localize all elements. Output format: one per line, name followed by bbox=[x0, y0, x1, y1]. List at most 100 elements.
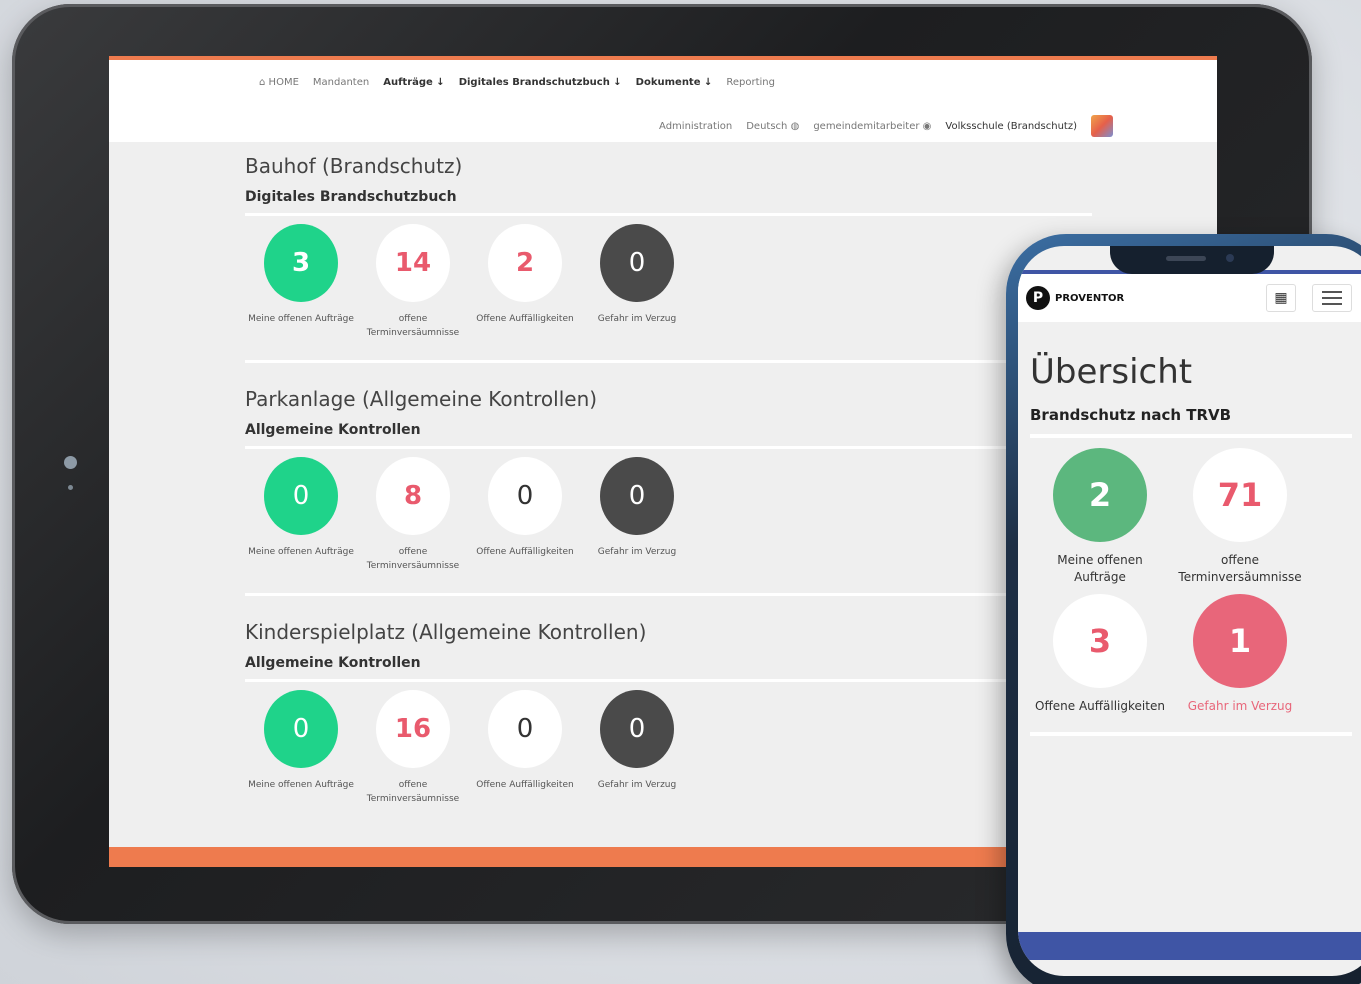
stat-label: Gefahr im Verzug bbox=[597, 547, 677, 557]
logo-icon: P bbox=[1026, 286, 1050, 310]
stat-imminent-danger[interactable]: 0 Gefahr im Verzug bbox=[581, 224, 693, 340]
stat-label: Offene Auffälligkeiten bbox=[476, 547, 574, 557]
phone-notch bbox=[1110, 246, 1274, 274]
qr-code-button[interactable]: ▦ bbox=[1266, 284, 1296, 312]
tablet-sensor bbox=[68, 485, 73, 490]
divider bbox=[245, 446, 1092, 449]
stat-open-issues[interactable]: 0 Offene Auffälligkeiten bbox=[469, 690, 581, 806]
section-subtitle: Allgemeine Kontrollen bbox=[245, 422, 421, 438]
stat-circle: 8 bbox=[376, 457, 450, 535]
stat-missed-deadlines[interactable]: 16 offene Terminversäumnisse bbox=[357, 690, 469, 806]
phone-device: P PROVENTOR ▦ Übersicht Brandschutz nach… bbox=[1006, 234, 1361, 984]
stat-open-orders[interactable]: 0 Meine offenen Aufträge bbox=[245, 690, 357, 806]
phone-bottom-bar bbox=[1018, 932, 1361, 960]
stat-label: offene Terminversäumnisse bbox=[366, 314, 460, 338]
stat-label: Gefahr im Verzug bbox=[1187, 699, 1293, 713]
divider bbox=[245, 213, 1092, 216]
nav-mandanten[interactable]: Mandanten bbox=[313, 77, 369, 88]
stat-circle: 14 bbox=[376, 224, 450, 302]
stat-imminent-danger[interactable]: 0 Gefahr im Verzug bbox=[581, 690, 693, 806]
stats-row: 3 Meine offenen Aufträge 14 offene Termi… bbox=[245, 224, 1099, 340]
menu-icon-line bbox=[1322, 297, 1342, 299]
stat-circle: 0 bbox=[600, 457, 674, 535]
nav-dokumente[interactable]: Dokumente ↓ bbox=[636, 77, 713, 88]
top-navigation: ⌂ HOME Mandanten Aufträge ↓ Digitales Br… bbox=[109, 60, 1217, 142]
stat-circle: 16 bbox=[376, 690, 450, 768]
main-menu: ⌂ HOME Mandanten Aufträge ↓ Digitales Br… bbox=[259, 77, 775, 88]
stat-circle: 71 bbox=[1193, 448, 1287, 542]
stat-circle: 0 bbox=[600, 224, 674, 302]
page-subtitle: Brandschutz nach TRVB bbox=[1030, 406, 1232, 424]
stat-circle: 0 bbox=[264, 457, 338, 535]
nav-home[interactable]: ⌂ HOME bbox=[259, 77, 299, 88]
language-select[interactable]: Deutsch ◍ bbox=[746, 121, 799, 132]
tablet-camera bbox=[64, 456, 77, 469]
camera-icon bbox=[1226, 254, 1234, 262]
stat-circle: 0 bbox=[488, 690, 562, 768]
divider bbox=[1030, 434, 1352, 438]
stat-label: Meine offenen Aufträge bbox=[248, 547, 354, 557]
page-title: Übersicht bbox=[1030, 352, 1193, 392]
globe-icon: ◍ bbox=[790, 120, 800, 132]
section-title: Kinderspielplatz (Allgemeine Kontrollen) bbox=[245, 620, 647, 644]
stat-circle: 2 bbox=[488, 224, 562, 302]
stat-circle: 0 bbox=[600, 690, 674, 768]
stat-label: offene Terminversäumnisse bbox=[1178, 553, 1302, 584]
phone-screen: P PROVENTOR ▦ Übersicht Brandschutz nach… bbox=[1018, 246, 1361, 976]
stat-open-orders[interactable]: 2 Meine offenen Aufträge bbox=[1030, 448, 1170, 594]
nav-brandschutzbuch[interactable]: Digitales Brandschutzbuch ↓ bbox=[459, 77, 622, 88]
stat-circle: 3 bbox=[264, 224, 338, 302]
stat-missed-deadlines[interactable]: 71 offene Terminversäumnisse bbox=[1170, 448, 1310, 594]
stat-imminent-danger[interactable]: 0 Gefahr im Verzug bbox=[581, 457, 693, 573]
divider bbox=[245, 679, 1092, 682]
hamburger-menu-button[interactable] bbox=[1312, 284, 1352, 312]
user-menu: Administration Deutsch ◍ gemeindemitarbe… bbox=[659, 115, 1113, 137]
stat-label: offene Terminversäumnisse bbox=[366, 780, 460, 804]
stat-missed-deadlines[interactable]: 14 offene Terminversäumnisse bbox=[357, 224, 469, 340]
user-icon: ◉ bbox=[922, 120, 932, 132]
stat-label: offene Terminversäumnisse bbox=[366, 547, 460, 571]
stat-label: Gefahr im Verzug bbox=[597, 314, 677, 324]
stat-label: Gefahr im Verzug bbox=[597, 780, 677, 790]
stat-label: Offene Auffälligkeiten bbox=[476, 780, 574, 790]
stat-circle: 1 bbox=[1193, 594, 1287, 688]
divider bbox=[245, 593, 1092, 596]
section-title: Parkanlage (Allgemeine Kontrollen) bbox=[245, 387, 598, 411]
menu-icon-line bbox=[1322, 291, 1342, 293]
section-subtitle: Digitales Brandschutzbuch bbox=[245, 189, 457, 205]
tenant-select[interactable]: Volksschule (Brandschutz) bbox=[945, 121, 1077, 132]
qr-code-icon: ▦ bbox=[1274, 290, 1288, 306]
brand-name: PROVENTOR bbox=[1055, 292, 1125, 304]
user-menu-item[interactable]: gemeindemitarbeiter ◉ bbox=[813, 121, 931, 132]
stat-open-issues[interactable]: 2 Offene Auffälligkeiten bbox=[469, 224, 581, 340]
stat-label: Offene Auffälligkeiten bbox=[476, 314, 574, 324]
stat-open-orders[interactable]: 3 Meine offenen Aufträge bbox=[245, 224, 357, 340]
section-subtitle: Allgemeine Kontrollen bbox=[245, 655, 421, 671]
stat-missed-deadlines[interactable]: 8 offene Terminversäumnisse bbox=[357, 457, 469, 573]
stat-label: Meine offenen Aufträge bbox=[248, 780, 354, 790]
section-title: Bauhof (Brandschutz) bbox=[245, 154, 463, 178]
stat-label: Meine offenen Aufträge bbox=[1057, 553, 1143, 584]
nav-auftraege[interactable]: Aufträge ↓ bbox=[383, 77, 444, 88]
brand-logo[interactable]: P PROVENTOR bbox=[1026, 286, 1124, 310]
stat-circle: 2 bbox=[1053, 448, 1147, 542]
phone-stats-grid: 2 Meine offenen Aufträge 71 offene Termi… bbox=[1030, 448, 1320, 740]
nav-reporting[interactable]: Reporting bbox=[726, 77, 775, 88]
menu-icon-line bbox=[1322, 303, 1342, 305]
phone-header: P PROVENTOR ▦ bbox=[1018, 274, 1361, 322]
stat-imminent-danger[interactable]: 1 Gefahr im Verzug bbox=[1170, 594, 1310, 740]
divider bbox=[245, 360, 1092, 363]
stat-open-orders[interactable]: 0 Meine offenen Aufträge bbox=[245, 457, 357, 573]
avatar[interactable] bbox=[1091, 115, 1113, 137]
dashboard-content: Bauhof (Brandschutz) Digitales Brandschu… bbox=[109, 142, 1099, 806]
stats-row: 0 Meine offenen Aufträge 16 offene Termi… bbox=[245, 690, 1099, 806]
nav-administration[interactable]: Administration bbox=[659, 121, 732, 132]
stat-open-issues[interactable]: 0 Offene Auffälligkeiten bbox=[469, 457, 581, 573]
stat-circle: 0 bbox=[488, 457, 562, 535]
stats-row: 0 Meine offenen Aufträge 8 offene Termin… bbox=[245, 457, 1099, 573]
stat-open-issues[interactable]: 3 Offene Auffälligkeiten bbox=[1030, 594, 1170, 740]
stat-label: Meine offenen Aufträge bbox=[248, 314, 354, 324]
home-icon: ⌂ bbox=[259, 77, 266, 88]
stat-circle: 0 bbox=[264, 690, 338, 768]
stat-label: Offene Auffälligkeiten bbox=[1035, 699, 1165, 713]
